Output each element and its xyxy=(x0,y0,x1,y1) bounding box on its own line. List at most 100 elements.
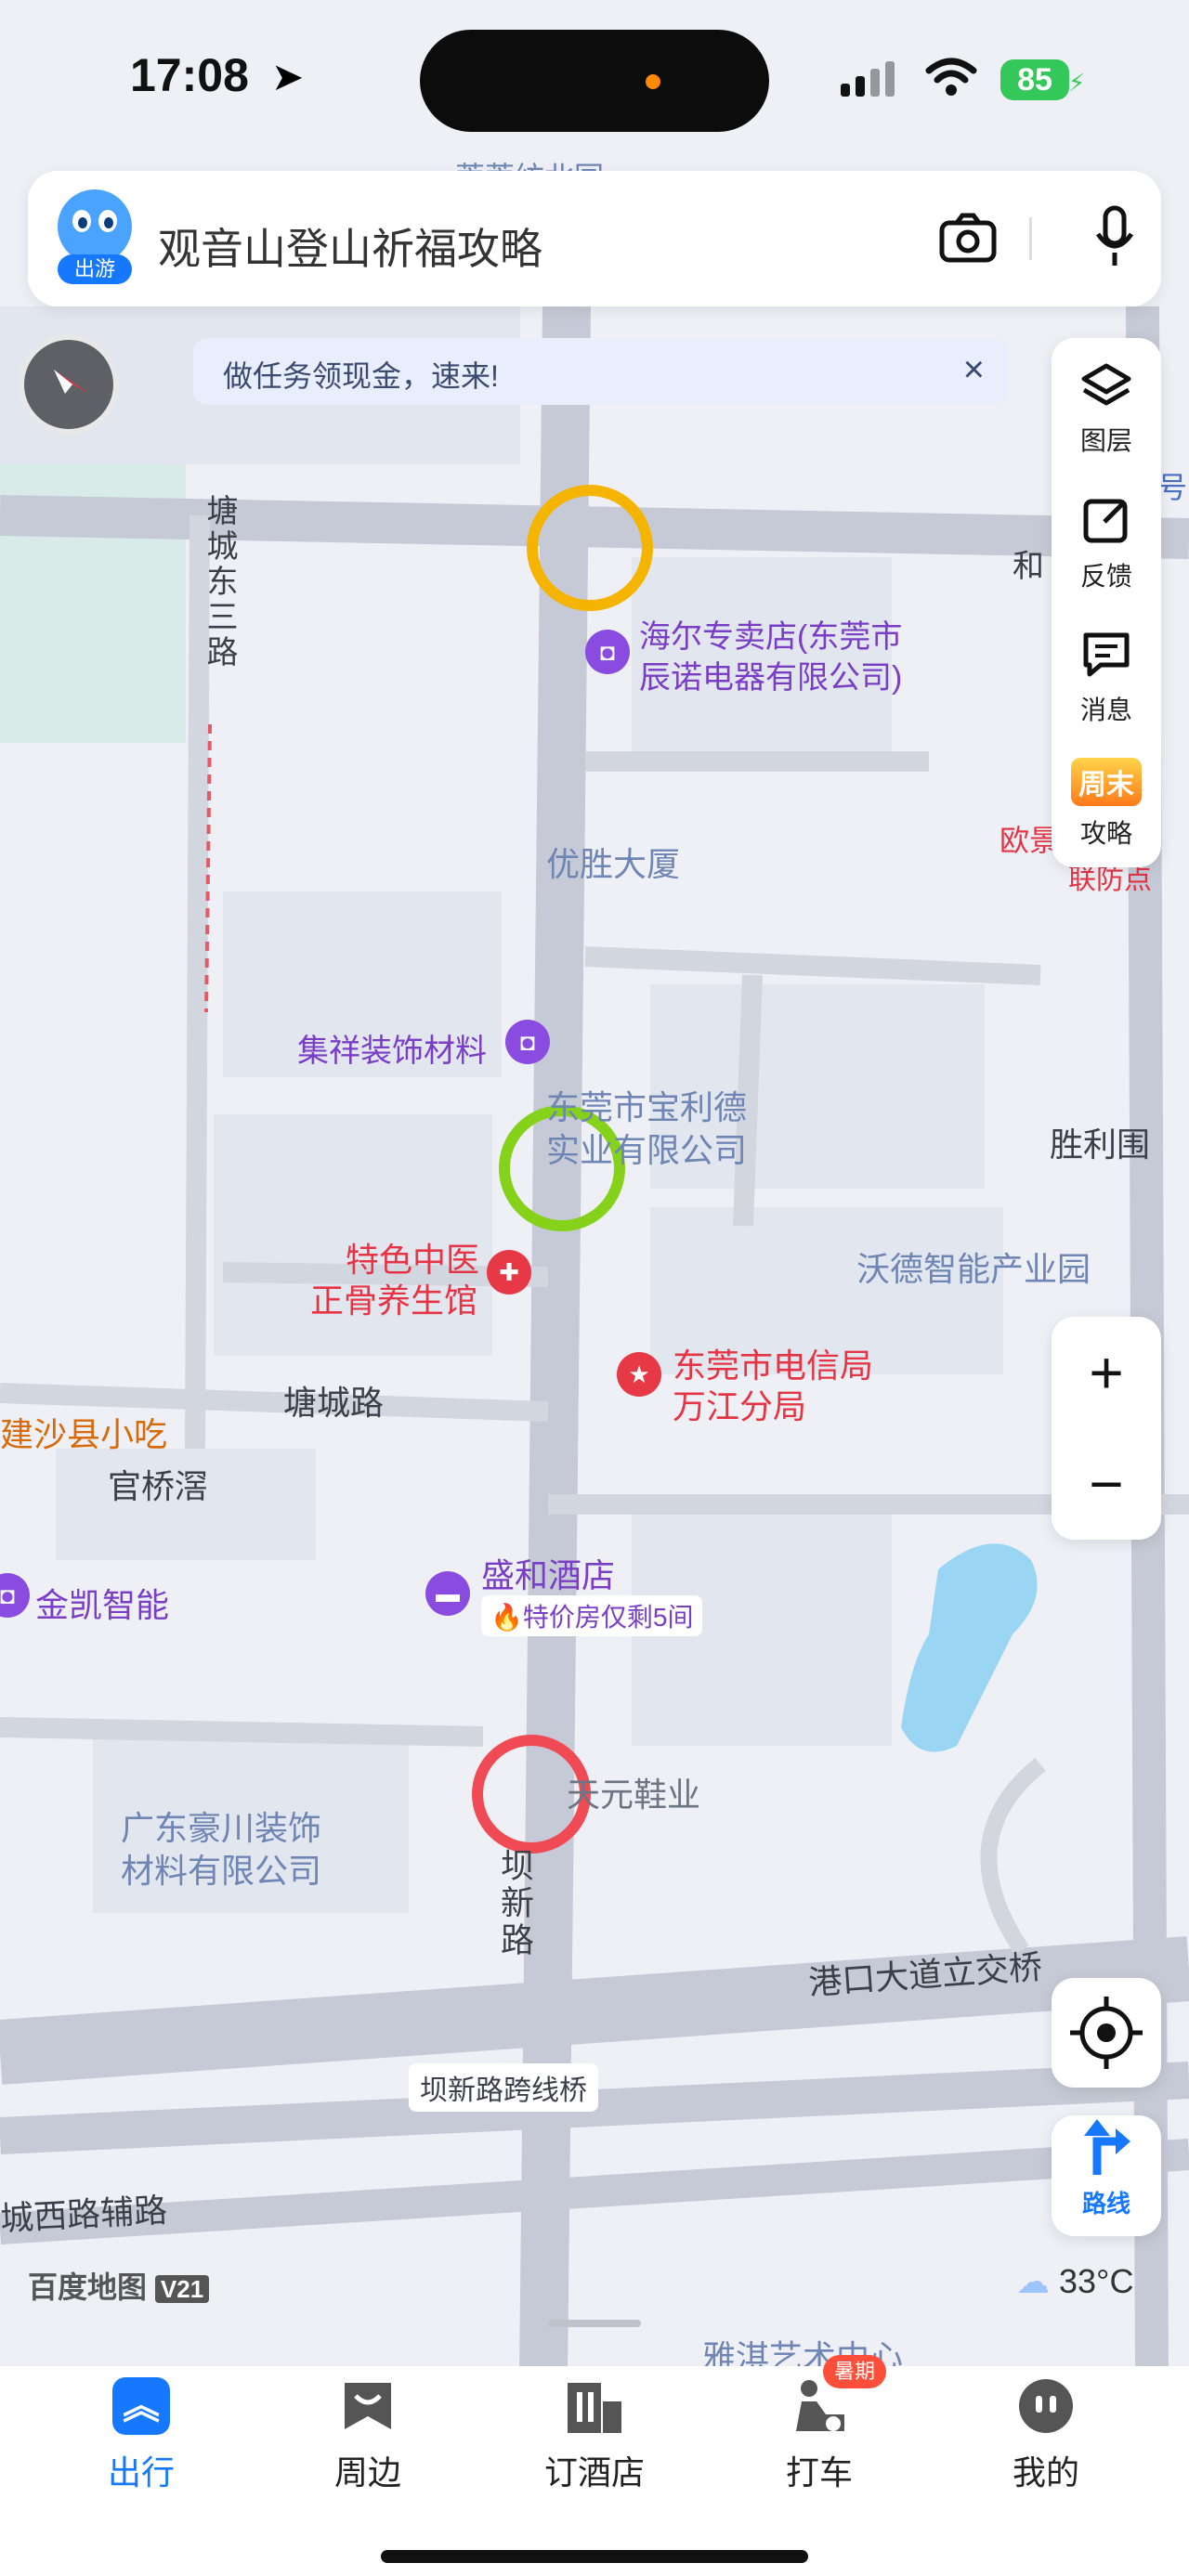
battery-indicator: 85 xyxy=(1000,59,1069,100)
poi-tianyuan[interactable]: 天元鞋业 xyxy=(567,1768,700,1816)
weather-widget[interactable]: ☁ 33°C xyxy=(1016,2262,1133,2301)
status-time: 17:08 xyxy=(130,49,249,101)
privacy-indicator-icon xyxy=(646,74,660,89)
brand-name: 百度地图 xyxy=(28,2270,148,2304)
tab-label: 我的 xyxy=(1012,2453,1079,2491)
zoom-out-button[interactable]: − xyxy=(1052,1428,1161,1540)
poi-shenghe-deal[interactable]: 🔥特价房仅剩5间 xyxy=(481,1595,703,1636)
poi-tcm-line2[interactable]: 正骨养生馆 xyxy=(310,1274,477,1322)
camera-icon[interactable] xyxy=(938,212,998,264)
poi-yousheng[interactable]: 优胜大厦 xyxy=(546,838,680,886)
tab-hotel[interactable]: 订酒店 xyxy=(520,2377,669,2494)
edit-icon xyxy=(1083,499,1128,543)
poi-haochuan-line1[interactable]: 广东豪川装饰 xyxy=(121,1802,321,1850)
feedback-button[interactable]: 反馈 xyxy=(1052,496,1161,593)
route-label: 路线 xyxy=(1081,2190,1130,2218)
road-label-tangcheng-east3: 塘城东三路 xyxy=(202,494,237,670)
deal-text: 特价房仅剩5间 xyxy=(522,1603,694,1632)
message-icon xyxy=(1083,632,1130,677)
charging-bolt-icon: ⚡ xyxy=(1068,69,1086,97)
locate-me-button[interactable] xyxy=(1052,1978,1161,2088)
hotel-pin-icon[interactable]: ▬ xyxy=(425,1571,470,1616)
feedback-label: 反馈 xyxy=(1079,562,1132,591)
temperature: 33°C xyxy=(1059,2262,1134,2300)
tab-label: 周边 xyxy=(333,2453,401,2491)
poi-he: 和 xyxy=(1013,549,1044,584)
dynamic-island xyxy=(420,30,769,132)
government-pin-icon[interactable]: ★ xyxy=(617,1352,661,1397)
cloud-icon: ☁ xyxy=(1016,2262,1050,2300)
mascot-icon xyxy=(58,189,132,264)
location-arrow-icon: ➤ xyxy=(271,55,305,98)
travel-icon: ︽ xyxy=(112,2377,170,2435)
microphone-icon[interactable] xyxy=(1092,204,1137,271)
zoom-in-button[interactable]: + xyxy=(1052,1317,1161,1428)
tab-label: 打车 xyxy=(785,2453,853,2491)
poi-haochuan-line2[interactable]: 材料有限公司 xyxy=(121,1844,321,1893)
home-indicator xyxy=(381,2550,808,2563)
tab-label: 出行 xyxy=(107,2453,175,2491)
guide-label: 攻略 xyxy=(1079,819,1132,848)
poi-jinkai[interactable]: 金凯智能 xyxy=(35,1579,169,1627)
search-bar[interactable]: 出游 观音山登山祈福攻略 xyxy=(28,171,1161,306)
divider xyxy=(1029,217,1032,260)
map-tools-panel: 图层 反馈 消息 周末 攻略 xyxy=(1052,338,1161,867)
layers-label: 图层 xyxy=(1079,426,1132,455)
wifi-icon xyxy=(925,58,977,96)
poi-guanqiao[interactable]: 官桥滘 xyxy=(108,1460,208,1508)
road-label-tangcheng: 塘城路 xyxy=(283,1384,385,1422)
travel-mascot-badge[interactable]: 出游 xyxy=(58,189,132,288)
close-icon[interactable]: × xyxy=(963,349,985,391)
badge-label: 出游 xyxy=(58,254,132,284)
road-label-baxin-bridge: 坝新路跨线桥 xyxy=(409,2063,598,2112)
drag-handle[interactable] xyxy=(548,2320,641,2327)
profile-icon xyxy=(1019,2379,1073,2433)
road-label-chengxi: 城西路辅路 xyxy=(0,2191,169,2238)
layers-icon xyxy=(1081,363,1131,406)
route-arrow-icon xyxy=(1084,2119,1130,2175)
shop-pin-icon[interactable]: ◘ xyxy=(585,630,630,674)
layers-button[interactable]: 图层 xyxy=(1052,362,1161,458)
poi-baolide-line1[interactable]: 东莞市宝利德 xyxy=(546,1081,747,1129)
shop-pin-icon[interactable]: ◘ xyxy=(505,1020,550,1064)
poi-haier-line1[interactable]: 海尔专卖店(东莞市 xyxy=(639,611,902,657)
task-reward-banner[interactable]: 做任务领现金，速来! × xyxy=(193,338,1009,405)
poi-baolide-line2[interactable]: 实业有限公司 xyxy=(546,1124,747,1172)
compass-button[interactable] xyxy=(19,334,119,435)
baidu-map-screen: 塘城东三路 塘城路 坝新路 港口大道立交桥 坝新路跨线桥 城西路辅路 ◘ 海尔专… xyxy=(0,0,1189,2576)
map-brand: 百度地图 V21 xyxy=(28,2264,210,2307)
messages-button[interactable]: 消息 xyxy=(1052,630,1161,727)
compass-icon xyxy=(54,370,89,394)
road-label-baxin: 坝新路 xyxy=(496,1848,534,1959)
nearby-icon xyxy=(345,2383,391,2429)
poi-ouo[interactable]: 欧景 xyxy=(1000,817,1059,860)
poi-jixiang[interactable]: 集祥装饰材料 xyxy=(297,1025,487,1071)
taxi-promo-badge: 暑期 xyxy=(823,2355,887,2388)
messages-label: 消息 xyxy=(1079,696,1132,724)
banner-text: 做任务领现金，速来! xyxy=(223,359,499,393)
medical-pin-icon[interactable]: ✚ xyxy=(487,1250,531,1295)
tab-me[interactable]: 我的 xyxy=(972,2377,1120,2494)
weekend-badge: 周末 xyxy=(1071,758,1142,806)
crosshair-icon xyxy=(1070,1997,1143,2069)
poi-haier-line2[interactable]: 辰诺电器有限公司) xyxy=(639,652,902,697)
brand-version: V21 xyxy=(154,2275,210,2303)
route-button[interactable]: 路线 xyxy=(1052,2115,1161,2236)
poi-telecom-line2[interactable]: 万江分局 xyxy=(673,1380,806,1428)
tab-travel[interactable]: ︽ 出行 xyxy=(67,2377,216,2494)
hotel-icon xyxy=(568,2383,621,2433)
tab-nearby[interactable]: 周边 xyxy=(294,2377,442,2494)
tab-taxi[interactable]: 打车 xyxy=(745,2377,894,2494)
poi-hao: 号 xyxy=(1157,471,1188,504)
tab-label: 订酒店 xyxy=(543,2453,645,2491)
poi-shengli[interactable]: 胜利围 xyxy=(1050,1118,1150,1166)
battery-level: 85 xyxy=(1017,61,1052,98)
poi-wode[interactable]: 沃德智能产业园 xyxy=(856,1242,1091,1291)
guide-button[interactable]: 周末 攻略 xyxy=(1052,758,1161,851)
poi-shaxian[interactable]: 建沙县小吃 xyxy=(0,1408,167,1456)
search-query[interactable]: 观音山登山祈福攻略 xyxy=(158,215,542,277)
cellular-signal-icon xyxy=(841,61,895,97)
fire-icon: 🔥 xyxy=(490,1603,523,1632)
poi-shenghe[interactable]: 盛和酒店 xyxy=(481,1549,615,1597)
zoom-control: + − xyxy=(1052,1317,1161,1540)
